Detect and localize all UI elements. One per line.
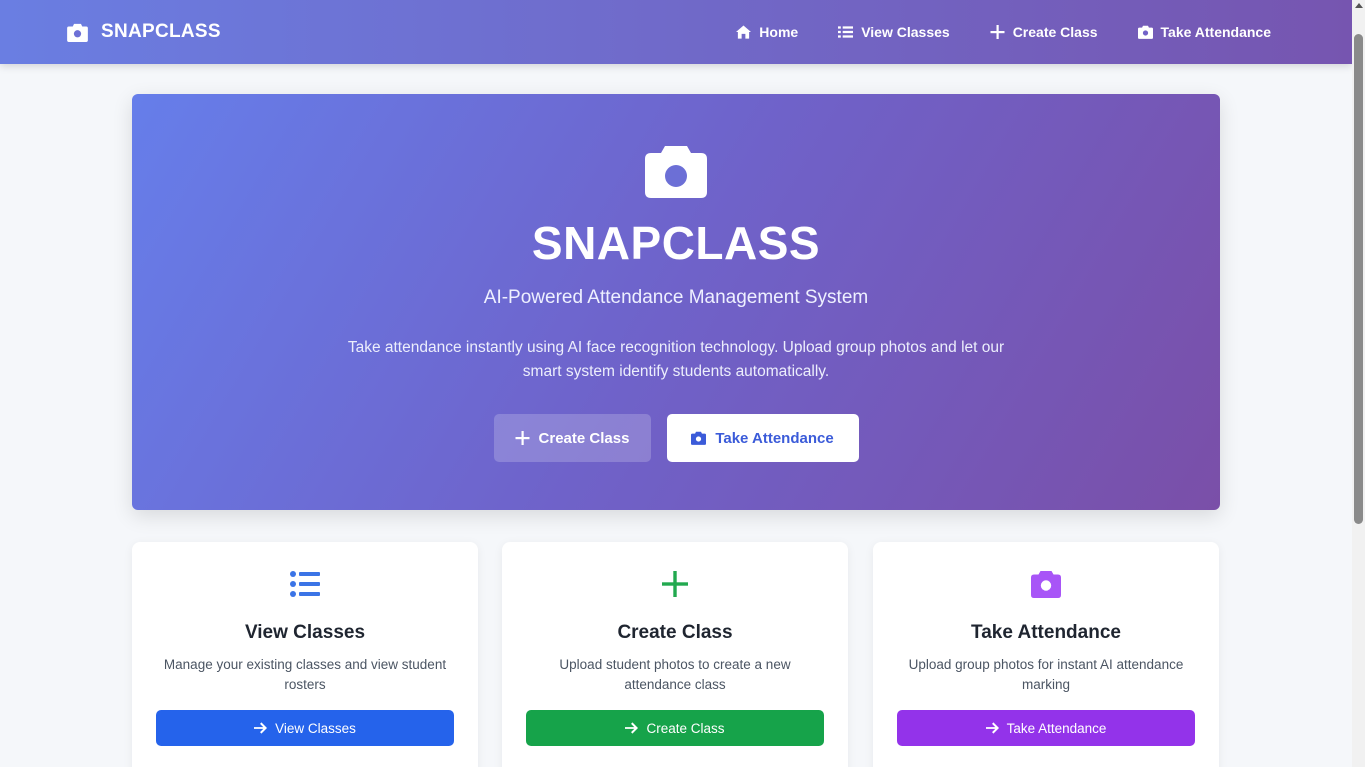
view-classes-card-button[interactable]: View Classes [156, 710, 454, 746]
nav-links: Home View Classes Create Class Take Atte… [736, 24, 1271, 40]
create-class-card: Create Class Upload student photos to cr… [502, 542, 848, 767]
camera-icon [1137, 25, 1153, 39]
hero-subtitle: AI-Powered Attendance Management System [483, 287, 869, 308]
camera-icon [1031, 571, 1061, 598]
card-title: Create Class [617, 622, 733, 643]
take-attendance-card: Take Attendance Upload group photos for … [873, 542, 1219, 767]
vertical-scrollbar[interactable] [1352, 0, 1365, 767]
card-title: Take Attendance [971, 622, 1121, 643]
hero-banner: SNAPCLASS AI-Powered Attendance Manageme… [132, 94, 1220, 510]
arrow-right-icon [985, 722, 999, 734]
nav-create-class-label: Create Class [1012, 24, 1098, 40]
create-class-button-label: Create Class [538, 429, 630, 447]
hero-title: SNAPCLASS [531, 217, 821, 269]
list-icon [290, 571, 320, 597]
create-class-button[interactable]: Create Class [493, 414, 651, 462]
nav-create-class[interactable]: Create Class [990, 24, 1098, 40]
card-button-label: Take Attendance [1006, 720, 1107, 736]
camera-icon [645, 146, 707, 198]
take-attendance-card-button[interactable]: Take Attendance [897, 710, 1195, 746]
take-attendance-button-label: Take Attendance [715, 429, 834, 447]
camera-icon [691, 431, 707, 445]
card-button-label: View Classes [275, 720, 356, 736]
card-title: View Classes [244, 622, 366, 643]
nav-home[interactable]: Home [736, 24, 798, 40]
take-attendance-button[interactable]: Take Attendance [666, 414, 859, 462]
hero-actions: Create Class Take Attendance [132, 414, 1220, 462]
brand-logo[interactable]: SNAPCLASS [67, 21, 221, 43]
camera-icon [67, 23, 88, 42]
hero-description: Take attendance instantly using AI face … [347, 339, 1005, 380]
top-navbar: SNAPCLASS Home View Classes Create Class… [0, 0, 1352, 64]
card-button-label: Create Class [646, 720, 725, 736]
card-description: Upload student photos to create a new at… [559, 657, 791, 692]
nav-take-attendance-label: Take Attendance [1160, 24, 1271, 40]
create-class-card-button[interactable]: Create Class [526, 710, 824, 746]
scroll-up-arrow-icon[interactable] [1355, 3, 1363, 8]
plus-icon [990, 25, 1005, 39]
plus-icon [662, 571, 688, 597]
plus-icon [515, 431, 530, 445]
card-description: Upload group photos for instant AI atten… [908, 657, 1184, 692]
arrow-right-icon [254, 722, 268, 734]
nav-view-classes-label: View Classes [861, 24, 950, 40]
arrow-right-icon [625, 722, 639, 734]
card-description: Manage your existing classes and view st… [163, 657, 447, 692]
scrollbar-thumb[interactable] [1354, 34, 1363, 524]
nav-take-attendance[interactable]: Take Attendance [1137, 24, 1271, 40]
nav-view-classes[interactable]: View Classes [838, 24, 950, 40]
home-icon [736, 25, 752, 39]
list-icon [838, 26, 854, 38]
view-classes-card: View Classes Manage your existing classe… [132, 542, 478, 767]
nav-home-label: Home [759, 24, 799, 40]
brand-name: SNAPCLASS [101, 21, 221, 42]
